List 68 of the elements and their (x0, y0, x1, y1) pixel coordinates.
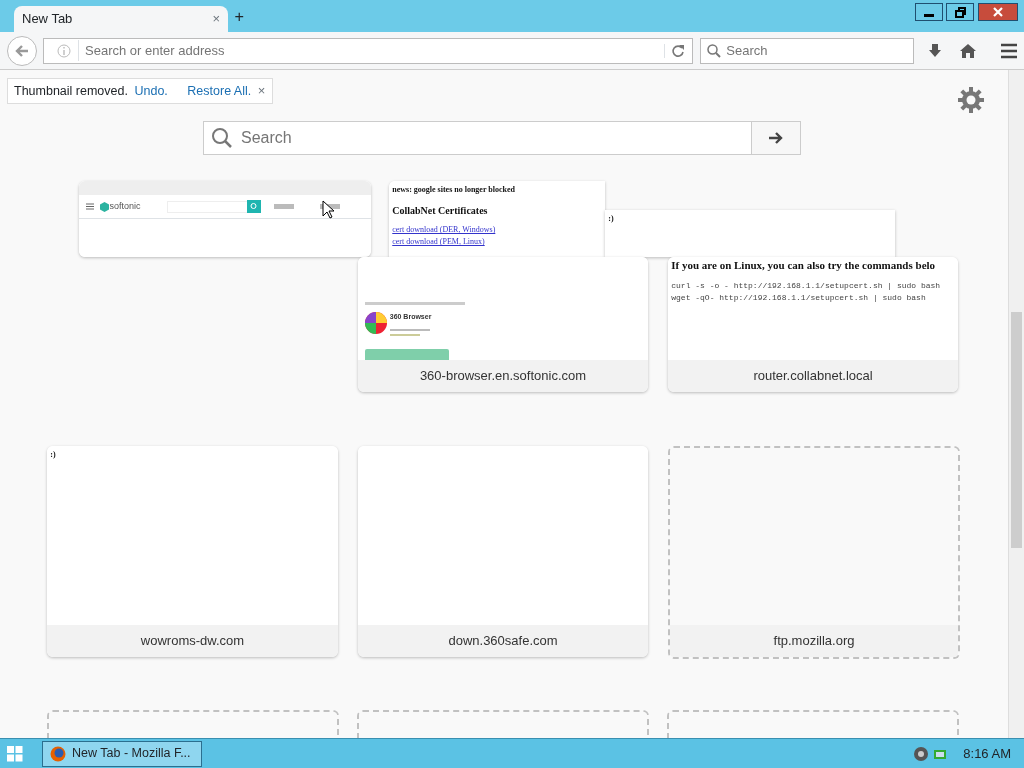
search-bar[interactable]: Search (699, 37, 914, 64)
code-line: curl -s -o - http://192.168.1.1/setupcert.sh | sudo bash (671, 280, 941, 292)
tile-title: wowroms-dw.com (47, 625, 338, 657)
details-drawing (389, 329, 430, 338)
windows-start-icon[interactable] (6, 745, 23, 762)
close-button[interactable]: × (257, 81, 266, 101)
address-bar[interactable]: Search or enter address (43, 37, 693, 64)
address-input[interactable]: Search or enter address (77, 39, 657, 62)
clock: 8:16 AM (963, 744, 1011, 763)
site-tile[interactable]: :) (605, 210, 895, 257)
download-icon[interactable] (926, 42, 943, 59)
tab-title: New Tab (22, 10, 73, 29)
tab-close-button[interactable]: × (212, 9, 220, 29)
close-icon (992, 7, 1003, 18)
search-button-icon (247, 200, 262, 213)
note-text: :) (49, 449, 57, 462)
restore-button[interactable] (946, 3, 975, 22)
undo-link[interactable]: Undo. (134, 81, 168, 101)
link[interactable]: cert download (DER, Windows) (392, 224, 496, 237)
search-icon (707, 43, 721, 58)
tile-title: router.collabnet.local (668, 360, 958, 392)
logo-text: softonic (109, 199, 141, 213)
site-tile[interactable]: softonic (79, 181, 371, 257)
speaker-icon[interactable] (913, 745, 930, 762)
page-heading: CollabNet Certificates (392, 203, 489, 218)
code-line: wget -qO- http://192.168.1.1/setupcert.sh | sudo bash (671, 292, 926, 304)
window-title: New Tab - Mozilla F... (72, 745, 191, 763)
search-input[interactable]: Search (724, 39, 913, 62)
minimize-button[interactable] (915, 3, 943, 22)
back-arrow-icon (14, 43, 29, 58)
notification-text: Thumbnail removed. (14, 82, 128, 100)
menu-icon (85, 203, 94, 210)
new-tab-button[interactable]: + (234, 4, 244, 29)
site-tile[interactable]: If you are on Linux, you can also try the commands belo curl -s -o - http://192.168.1.1/setupcert.sh | sudo bash wget -qO- http://192.168.1.1/setupcert.sh | sudo bash router.collabnet.local (668, 257, 958, 392)
menu-icon[interactable] (999, 42, 1018, 59)
restore-all-link[interactable]: Restore All. (187, 81, 252, 101)
taskbar-window-button[interactable]: New Tab - Mozilla F... (42, 740, 202, 767)
scrollbar-thumb[interactable] (1011, 312, 1022, 548)
tile-title: down.360safe.com (358, 625, 648, 657)
close-button[interactable] (977, 3, 1018, 22)
site-tile[interactable]: news: google sites no longer blocked CollabNet Certificates cert download (DER, Windows) cert download (PEM, Linux) (389, 181, 605, 257)
headline-text: news: google sites no longer blocked (392, 184, 516, 197)
site-tile[interactable]: :) wowroms-dw.com (47, 446, 338, 657)
minimize-icon (924, 14, 934, 18)
browser-icon (49, 745, 66, 762)
nav-item-drawing (274, 204, 295, 209)
search-icon (210, 127, 233, 149)
scrollbar[interactable] (1008, 70, 1024, 738)
tile-title: ftp.mozilla.org (670, 625, 958, 657)
empty-tile-slot[interactable]: ftp.mozilla.org (668, 446, 960, 659)
settings-icon[interactable] (957, 87, 984, 113)
page-heading: If you are on Linux, you can also try the commands belo (671, 258, 937, 273)
mouse-cursor-icon (322, 200, 336, 220)
page-search-field[interactable]: Search (203, 121, 801, 155)
restore-icon (954, 6, 966, 18)
note-text: :) (607, 213, 615, 226)
link[interactable]: cert download (PEM, Linux) (392, 236, 485, 249)
tab[interactable]: New Tab × (14, 6, 228, 32)
search-go-button[interactable] (751, 122, 800, 154)
home-icon[interactable] (958, 42, 977, 59)
site-tile[interactable]: down.360safe.com (358, 446, 648, 657)
info-icon (57, 43, 71, 58)
back-button[interactable] (6, 35, 37, 66)
tile-title: 360-browser.en.softonic.com (358, 360, 648, 392)
logo-icon (100, 201, 109, 212)
reload-icon[interactable] (663, 43, 686, 58)
arrow-icon (768, 131, 784, 145)
pinwheel-logo-icon (364, 312, 387, 334)
